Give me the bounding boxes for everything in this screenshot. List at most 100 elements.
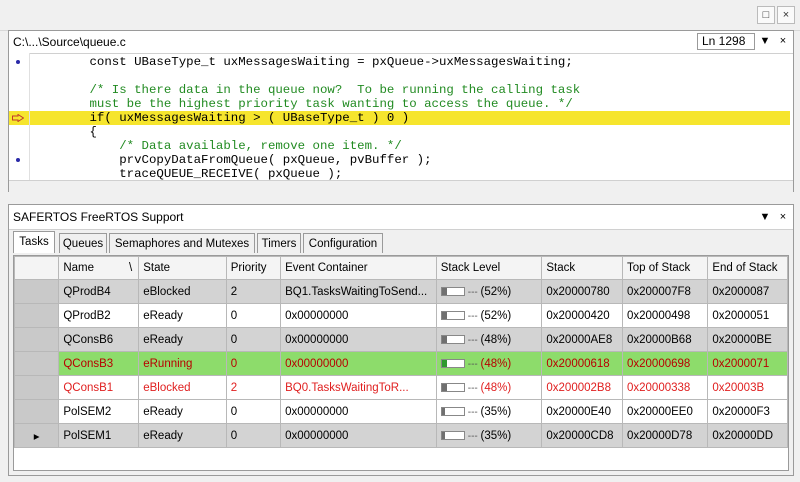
stack-level-bar [440,334,465,344]
cell-top-of-stack: 0x20000498 [621,303,709,328]
stack-level-percent: (52%) [480,309,512,322]
cell-event-container: BQ0.TasksWaitingToR... [280,375,437,400]
cell-event-container: 0x00000000 [280,399,437,424]
column-header-state[interactable]: State [138,256,227,280]
breakpoint-dot-icon[interactable] [16,60,20,64]
cell-stack-level: --- (48%) [435,327,543,352]
row-pointer-icon [14,303,60,328]
table-row[interactable]: ▸ PolSEM1 eReady 0 0x00000000 --- (35%) 0x2000… [14,423,788,448]
tab-queues[interactable]: Queues [59,233,107,253]
cell-top-of-stack: 0x20000B68 [621,327,709,352]
tab-configuration[interactable]: Configuration [303,233,383,253]
table-row[interactable]: QProdB2 eReady 0 0x00000000 --- (52%) 0x20000… [14,303,788,328]
rtos-support-panel: SAFERTOS FreeRTOS Support ▼ × Tasks Queu… [8,204,794,476]
cell-stack: 0x20000780 [541,279,623,304]
cell-priority: 0 [225,303,282,328]
cell-priority: 0 [225,399,282,424]
panel-title: SAFERTOS FreeRTOS Support [13,210,184,224]
stack-level-percent: (35%) [480,405,512,418]
cell-stack: 0x20000420 [541,303,623,328]
row-pointer-icon [14,279,60,304]
tasks-table: Name \ State Priority Event Container Sta… [14,256,788,448]
column-header-priority[interactable]: Priority [225,256,282,280]
cell-end-of-stack: 0x20000DD [707,423,788,448]
row-pointer-icon [14,375,60,400]
code-line[interactable]: prvCopyDataFromQueue( pxQueue, pvBuffer … [30,153,790,167]
cell-stack-level: --- (52%) [435,303,543,328]
maximize-icon[interactable]: □ [757,6,775,24]
column-header-stack[interactable]: Stack [541,256,623,280]
cell-stack-level: --- (52%) [435,279,543,304]
column-header-name-label: Name [63,262,95,274]
close-icon[interactable]: × [777,6,795,24]
cell-state: eReady [138,303,227,328]
cell-stack-level: --- (48%) [435,351,543,376]
tab-tasks[interactable]: Tasks [13,231,55,253]
cell-stack-level: --- (35%) [435,399,543,424]
code-line[interactable]: if( uxMessagesWaiting > ( UBaseType_t ) … [30,111,790,125]
stack-level-percent: (52%) [480,285,512,298]
cell-top-of-stack: 0x200007F8 [621,279,709,304]
tasks-grid[interactable]: Name \ State Priority Event Container Sta… [13,255,789,471]
column-header-event-container[interactable]: Event Container [280,256,437,280]
cell-state: eReady [138,399,227,424]
column-header-name[interactable]: Name \ [58,256,140,280]
horizontal-scrollbar[interactable] [9,180,793,192]
cell-state: eBlocked [138,375,227,400]
cell-stack: 0x200002B8 [541,375,623,400]
cell-state: eBlocked [138,279,227,304]
close-icon[interactable]: × [775,209,791,226]
cell-name: PolSEM1 [58,423,140,448]
stack-level-bar [440,286,465,296]
table-row[interactable]: QConsB1 eBlocked 2 BQ0.TasksWaitingToR... --… [14,375,788,400]
table-row[interactable]: QConsB3 eRunning 0 0x00000000 --- (48%) 0x200… [14,351,788,376]
breakpoint-dot-icon[interactable] [16,158,20,162]
row-pointer-icon [14,399,60,424]
column-header-marker[interactable] [14,256,60,280]
column-header-stack-level[interactable]: Stack Level [435,256,543,280]
cell-priority: 0 [225,423,282,448]
code-line[interactable]: const UBaseType_t uxMessagesWaiting = px… [30,55,790,69]
cell-state: eReady [138,327,227,352]
cell-stack: 0x20000618 [541,351,623,376]
cell-end-of-stack: 0x2000087 [707,279,788,304]
current-line-arrow-icon [12,114,24,122]
source-editor[interactable]: C:\...\Source\queue.c Ln 1298 ▼ × const … [8,30,794,192]
column-header-top-of-stack[interactable]: Top of Stack [621,256,709,280]
cell-stack: 0x20000E40 [541,399,623,424]
code-line[interactable]: /* Data available, remove one item. */ [30,139,790,153]
cell-name: QConsB6 [58,327,140,352]
close-icon[interactable]: × [775,33,791,50]
dropdown-icon[interactable]: ▼ [757,33,773,50]
panel-title-bar: SAFERTOS FreeRTOS Support ▼ × [9,205,793,230]
column-header-end-of-stack[interactable]: End of Stack [707,256,788,280]
line-number-box[interactable]: Ln 1298 [697,33,755,50]
code-line[interactable] [30,69,790,83]
code-line[interactable]: /* Is there data in the queue now? To be… [30,83,790,97]
stack-level-percent: (48%) [480,357,512,370]
cell-end-of-stack: 0x20000BE [707,327,788,352]
table-row[interactable]: QConsB6 eReady 0 0x00000000 --- (48%) 0x20000… [14,327,788,352]
stack-level-bar [440,430,465,440]
cell-event-container: 0x00000000 [280,327,437,352]
tab-semaphores-and-mutexes[interactable]: Semaphores and Mutexes [109,233,255,253]
tab-timers[interactable]: Timers [257,233,301,253]
code-line[interactable]: traceQUEUE_RECEIVE( pxQueue ); [30,167,790,180]
code-area[interactable]: const UBaseType_t uxMessagesWaiting = px… [30,53,790,180]
table-header-row: Name \ State Priority Event Container Sta… [14,256,788,280]
cell-stack: 0x20000CD8 [541,423,623,448]
stack-level-bar [440,382,465,392]
dropdown-icon[interactable]: ▼ [757,209,773,226]
row-pointer-icon [14,351,60,376]
cell-name: QProdB2 [58,303,140,328]
table-row[interactable]: QProdB4 eBlocked 2 BQ1.TasksWaitingToSend..… [14,279,788,304]
code-line[interactable]: { [30,125,790,139]
stack-level-percent: (48%) [480,381,512,394]
cell-top-of-stack: 0x20000D78 [621,423,709,448]
editor-gutter[interactable] [9,53,30,180]
code-line[interactable]: must be the highest priority task wantin… [30,97,790,111]
table-row[interactable]: PolSEM2 eReady 0 0x00000000 --- (35%) 0x20000… [14,399,788,424]
cell-event-container: 0x00000000 [280,351,437,376]
cell-stack: 0x20000AE8 [541,327,623,352]
window-title-bar: □ × [0,0,800,31]
